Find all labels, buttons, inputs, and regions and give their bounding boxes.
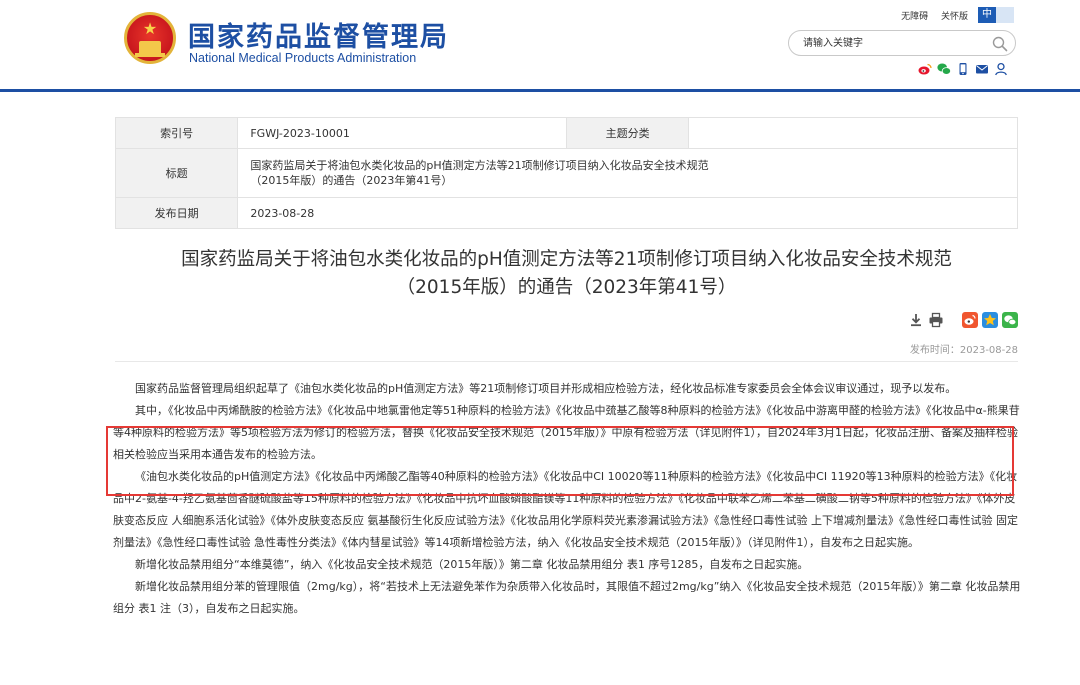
search-input[interactable] xyxy=(803,35,983,51)
language-switch: 中 xyxy=(978,7,1014,23)
paragraph: 新增化妆品禁用组分“本维莫德”，纳入《化妆品安全技术规范（2015年版）》第二章… xyxy=(135,558,809,571)
social-links xyxy=(918,62,1013,76)
publish-time: 发布时间：2023-08-28 xyxy=(909,345,1018,356)
qzone-share-icon[interactable] xyxy=(982,312,998,328)
table-row: 发布日期 2023-08-28 xyxy=(114,197,1018,229)
site-header: ★ 国家药品监督管理局 National Medical Products Ad… xyxy=(0,0,1080,90)
article-body: 国家药品监督管理局组织起草了《油包水类化妆品的pH值测定方法》等21项制修订项目… xyxy=(113,378,1023,620)
national-emblem-logo[interactable]: ★ xyxy=(124,12,176,64)
table-row: 标题 国家药监局关于将油包水类化妆品的pH值测定方法等21项制修订项目纳入化妆品… xyxy=(114,148,1018,198)
top-links: 无障碍 关怀版 xyxy=(891,9,968,22)
wechat-share-icon[interactable] xyxy=(1002,312,1018,328)
article-title-line: 国家药监局关于将油包水类化妆品的pH值测定方法等21项制修订项目纳入化妆品安全技… xyxy=(181,249,952,270)
title-value-line: 国家药监局关于将油包水类化妆品的pH值测定方法等21项制修订项目纳入化妆品安全技… xyxy=(250,159,709,172)
title-value-line: （2015年版）的通告（2023年第41号） xyxy=(250,174,453,187)
title-label: 标题 xyxy=(114,148,239,198)
index-label: 索引号 xyxy=(114,117,239,149)
date-value: 2023-08-28 xyxy=(237,197,1018,229)
mail-icon[interactable] xyxy=(975,62,989,76)
user-icon[interactable] xyxy=(994,62,1008,76)
table-row: 索引号 FGWJ-2023-10001 主题分类 xyxy=(114,117,1018,149)
article-tools xyxy=(904,312,1018,328)
weibo-icon[interactable] xyxy=(918,62,932,76)
date-label: 发布日期 xyxy=(114,197,239,229)
article-title: 国家药监局关于将油包水类化妆品的pH值测定方法等21项制修订项目纳入化妆品安全技… xyxy=(115,246,1018,302)
site-title[interactable]: 国家药品监督管理局 xyxy=(188,15,449,54)
paragraph: 国家药品监督管理局组织起草了《油包水类化妆品的pH值测定方法》等21项制修订项目… xyxy=(135,382,957,395)
lang-zh-button[interactable]: 中 xyxy=(978,7,996,23)
print-icon[interactable] xyxy=(928,312,944,328)
index-value: FGWJ-2023-10001 xyxy=(237,117,567,149)
lang-en-button[interactable] xyxy=(996,7,1014,23)
download-icon[interactable] xyxy=(908,312,924,328)
search-icon[interactable] xyxy=(991,35,1009,53)
topic-value xyxy=(688,117,1018,149)
star-icon: ★ xyxy=(142,19,158,38)
care-version-link[interactable]: 关怀版 xyxy=(941,12,968,22)
content-divider xyxy=(115,361,1018,362)
paragraph: 《油包水类化妆品的pH值测定方法》《化妆品中丙烯酸乙酯等40种原料的检验方法》《… xyxy=(113,470,1018,549)
site-subtitle: National Medical Products Administration xyxy=(189,51,417,65)
title-value: 国家药监局关于将油包水类化妆品的pH值测定方法等21项制修订项目纳入化妆品安全技… xyxy=(237,148,1018,198)
wechat-icon[interactable] xyxy=(937,62,951,76)
weibo-share-icon[interactable] xyxy=(962,312,978,328)
paragraph: 其中，《化妆品中丙烯酰胺的检验方法》《化妆品中地氯雷他定等51种原料的检验方法》… xyxy=(113,404,1020,461)
topic-label: 主题分类 xyxy=(565,117,690,149)
accessibility-link[interactable]: 无障碍 xyxy=(901,12,928,22)
mobile-icon[interactable] xyxy=(956,62,970,76)
header-divider xyxy=(0,89,1080,92)
document-info-table: 索引号 FGWJ-2023-10001 主题分类 标题 国家药监局关于将油包水类… xyxy=(114,117,1018,229)
article-title-line: （2015年版）的通告（2023年第41号） xyxy=(396,277,737,298)
search-box xyxy=(788,30,1016,56)
paragraph: 新增化妆品禁用组分苯的管理限值（2mg/kg），将“若技术上无法避免苯作为杂质带… xyxy=(113,580,1021,615)
